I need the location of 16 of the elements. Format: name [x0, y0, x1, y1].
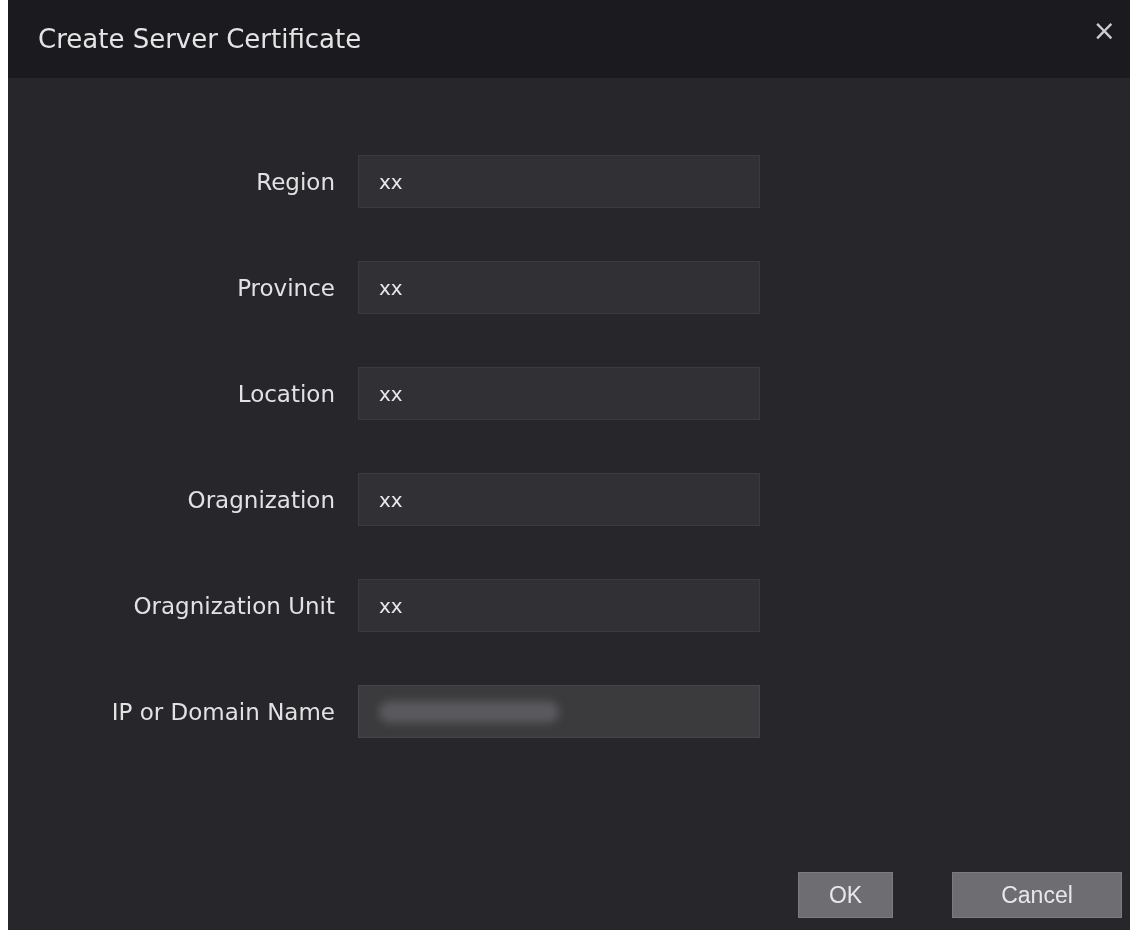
field-label: Oragnization: [186, 486, 335, 513]
dialog-title: Create Server Certificate: [38, 24, 362, 54]
ok-button[interactable]: OK: [798, 872, 893, 918]
input-field[interactable]: xx: [358, 261, 760, 314]
blurred-value-icon: [379, 700, 559, 723]
input-field[interactable]: xx: [358, 579, 760, 632]
input-field[interactable]: xx: [358, 155, 760, 208]
cancel-button[interactable]: Cancel: [952, 872, 1122, 918]
field-label: Location: [236, 380, 335, 407]
field-label: IP or Domain Name: [110, 698, 335, 725]
field-label: Oragnization Unit: [132, 592, 335, 619]
input-field[interactable]: xx: [358, 367, 760, 420]
field-label: Region: [255, 168, 335, 195]
input-field[interactable]: xx: [358, 473, 760, 526]
field-label: Province: [236, 274, 335, 301]
close-button[interactable]: ×: [1088, 14, 1120, 47]
